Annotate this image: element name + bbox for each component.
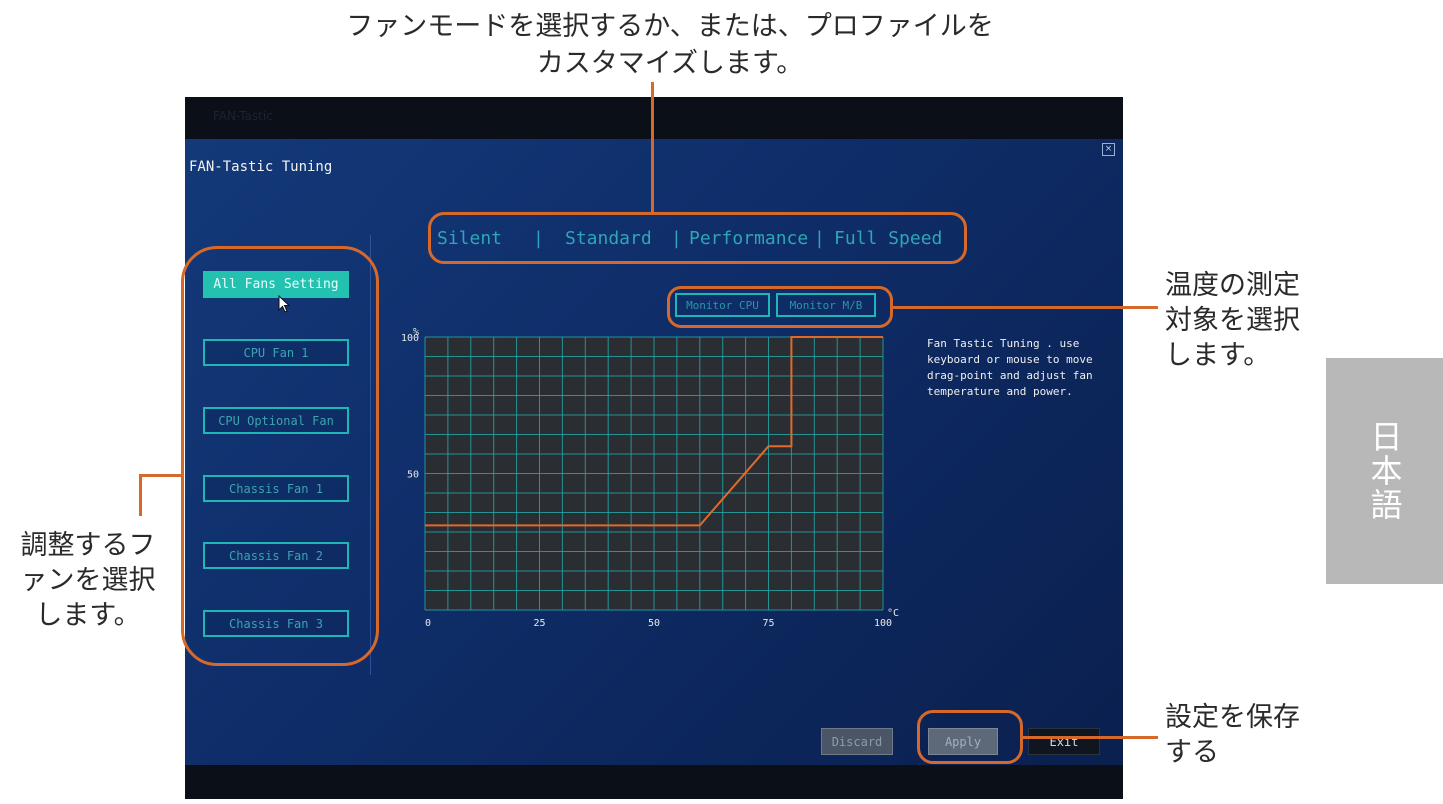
annotation-save: 設定を保存 する [1165, 700, 1300, 770]
fan-curve-chart[interactable]: 0 25 50 75 10010050%°C [395, 322, 915, 642]
annotation-fan-mode-line1: ファンモードを選択するか、または、プロファイルを [346, 11, 994, 42]
discard-button[interactable]: Discard [821, 728, 893, 755]
close-button[interactable]: × [1102, 143, 1115, 156]
x-tick-label: 0 [425, 618, 431, 629]
page-title: FAN-Tastic Tuning [189, 159, 333, 175]
annotation-monitor: 温度の測定 対象を選択 します。 [1165, 268, 1300, 373]
help-text: Fan Tastic Tuning . use keyboard or mous… [927, 337, 1093, 398]
connector-fan-modes [651, 82, 654, 212]
connector-fan-list-v [139, 474, 142, 516]
highlight-fan-modes [428, 212, 967, 264]
x-tick-label: 50 [648, 618, 660, 629]
annotation-save-line1: 設定を保存 [1165, 702, 1300, 733]
annotation-monitor-line3: します。 [1165, 340, 1271, 371]
connector-apply [1023, 736, 1158, 739]
bios-top-bar-text: FAN-Tastic [213, 109, 273, 123]
exit-button[interactable]: Exit [1028, 728, 1100, 755]
annotation-monitor-line1: 温度の測定 [1165, 270, 1300, 301]
bios-top-bar: FAN-Tastic [185, 97, 1123, 139]
x-tick-label: 25 [533, 618, 545, 629]
highlight-fan-list [181, 246, 379, 666]
x-axis-label: °C [887, 608, 899, 619]
annotation-fan-select: 調整するフ ァンを選択 します。 [8, 528, 168, 633]
annotation-fan-mode: ファンモードを選択するか、または、プロファイルを カスタマイズします。 [300, 8, 1040, 82]
annotation-fan-select-line1: 調整するフ [20, 530, 156, 561]
x-tick-label: 100 [874, 618, 892, 629]
annotation-fan-select-line2: ァンを選択 [20, 565, 156, 596]
y-tick-label: 50 [407, 470, 419, 481]
y-axis-label: % [413, 327, 419, 338]
language-tab: 日本語 [1326, 358, 1443, 584]
connector-monitor [893, 306, 1158, 309]
x-tick-label: 75 [762, 618, 774, 629]
annotation-save-line2: する [1165, 737, 1219, 768]
highlight-apply [917, 710, 1023, 764]
annotation-fan-select-line3: します。 [35, 600, 141, 631]
annotation-fan-mode-line2: カスタマイズします。 [536, 48, 804, 79]
highlight-monitor [667, 286, 893, 328]
connector-fan-list-h [139, 474, 182, 477]
bios-bottom-bar [185, 765, 1123, 799]
annotation-monitor-line2: 対象を選択 [1165, 305, 1300, 336]
